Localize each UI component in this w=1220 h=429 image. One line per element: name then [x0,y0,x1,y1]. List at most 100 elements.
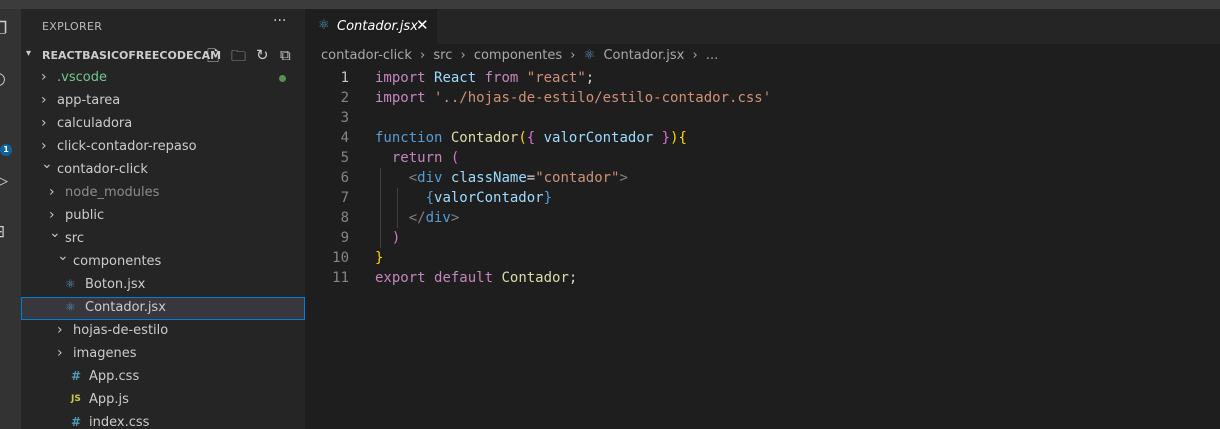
code-token: export [375,270,426,286]
code-line[interactable]: 6 <div className="contador"> [305,168,1220,188]
code-token: "react" [526,70,586,86]
chevron-right-icon: › [570,48,576,63]
tree-folder[interactable]: › imagenes [21,343,305,366]
chevron-right-icon: › [41,69,47,85]
chevron-right-icon: › [49,207,55,223]
tree-item-label: .vscode [57,70,107,85]
code-token: { [526,130,536,146]
code-line[interactable]: 7 {valorContador} [305,188,1220,208]
chevron-down-icon: ▾ [26,48,32,59]
breadcrumb-item[interactable]: src [433,48,452,63]
code-line[interactable]: 8 </div> [305,208,1220,228]
extensions-icon[interactable]: ⊞ [0,222,5,242]
code-line[interactable]: 4 function Contador({ valorContador }){ [305,128,1220,148]
tree-folder[interactable]: ⌄ contador-click [21,156,305,182]
refresh-icon[interactable]: ↻ [256,46,269,64]
tree-item-label: componentes [73,254,162,269]
code-text: } [375,248,383,268]
line-number: 11 [332,270,349,286]
chevron-right-icon: › [49,184,55,200]
breadcrumb-item[interactable]: ... [706,48,718,63]
line-number: 2 [340,90,349,106]
code-text: import React from "react"; [375,68,594,88]
tab-contador-jsx[interactable]: ⚛ Contador.jsx ✕ [305,9,437,44]
tree-folder[interactable]: › hojas-de-estilo [21,320,305,343]
breadcrumb-item[interactable]: Contador.jsx [603,48,684,63]
line-number: 7 [340,190,349,206]
tree-item-label: index.css [89,415,150,429]
code-text: export default Contador; [375,268,577,288]
chevron-right-icon: › [57,322,63,338]
collapse-all-icon[interactable]: ⧉ [280,46,291,64]
explorer-title: EXPLORER [42,20,103,33]
tree-file[interactable]: # index.css [21,412,305,429]
chevron-right-icon: › [41,115,47,131]
chevron-down-icon: ⌄ [41,156,53,172]
files-icon[interactable]: ❐ [0,19,7,39]
workspace-section-header[interactable]: ▾ REACTBASICOFREECODECAM 🗋 🗀 ↻ ⧉ [21,45,305,67]
tree-file[interactable]: ⚛ Contador.jsx [21,297,305,320]
code-token: ) [391,230,401,246]
tree-item-label: contador-click [57,162,148,177]
code-line[interactable]: 3 [305,108,1220,128]
breadcrumb-item[interactable]: contador-click [321,48,412,63]
tree-folder[interactable]: › public [21,205,305,228]
tree-folder[interactable]: › .vscode [21,67,305,90]
code-text: ) [375,228,400,248]
tree-folder[interactable]: › node_modules [21,182,305,205]
tree-folder[interactable]: ⌄ componentes [21,248,305,274]
tree-file[interactable]: # App.css [21,366,305,389]
workspace-title: REACTBASICOFREECODECAM [42,49,222,62]
react-icon: ⚛ [318,18,330,33]
code-line[interactable]: 9 ) [305,228,1220,248]
code-token: valorContador [434,190,544,206]
source-control-badge: 1 [0,144,12,156]
code-line[interactable]: 1 import React from "react"; [305,68,1220,88]
run-debug-icon[interactable]: ▷ [0,171,8,191]
code-token: </ [408,210,426,226]
tree-item-label: src [65,231,84,246]
css-icon: # [71,415,82,429]
code-line[interactable]: 2 import '../hojas-de-estilo/estilo-conta… [305,88,1220,108]
code-line[interactable]: 11 export default Contador; [305,268,1220,288]
tree-folder[interactable]: › app-tarea [21,90,305,113]
code-line[interactable]: 5 return ( [305,148,1220,168]
code-line[interactable]: 10} [305,248,1220,268]
code-token: { [678,130,687,146]
tree-file[interactable]: ⚛ Boton.jsx [21,274,305,297]
search-icon[interactable]: ○ [0,69,6,89]
close-icon[interactable]: ✕ [416,16,429,34]
code-editor[interactable]: 1 import React from "react"; 2 import '../h… [305,68,1220,429]
code-token: return [391,150,443,166]
code-token: > [450,210,460,226]
code-token: } [375,250,384,266]
tab-bar: ⚛ Contador.jsx ✕ [305,9,1220,44]
line-number: 10 [332,250,349,266]
code-token: function [375,130,443,146]
tree-folder[interactable]: › click-contador-repaso [21,136,305,159]
tree-folder[interactable]: › calculadora [21,113,305,136]
code-token: = [526,170,536,186]
react-icon: ⚛ [583,48,596,63]
source-control-icon[interactable]: ⑂ [0,122,1,142]
chevron-right-icon: › [460,48,466,63]
tree-item-label: calculadora [57,116,133,131]
line-number: 1 [340,70,349,86]
tree-item-label: node_modules [65,185,160,200]
breadcrumb-item[interactable]: componentes [474,48,562,63]
chevron-right-icon: › [41,92,47,108]
code-token: className [450,170,527,186]
code-token: Contador [450,130,519,146]
chevron-right-icon: › [57,345,63,361]
tree-item-label: public [65,208,105,223]
line-number: 3 [340,110,349,126]
more-actions-icon[interactable]: ··· [273,13,286,29]
tree-file[interactable]: JS App.js [21,389,305,412]
